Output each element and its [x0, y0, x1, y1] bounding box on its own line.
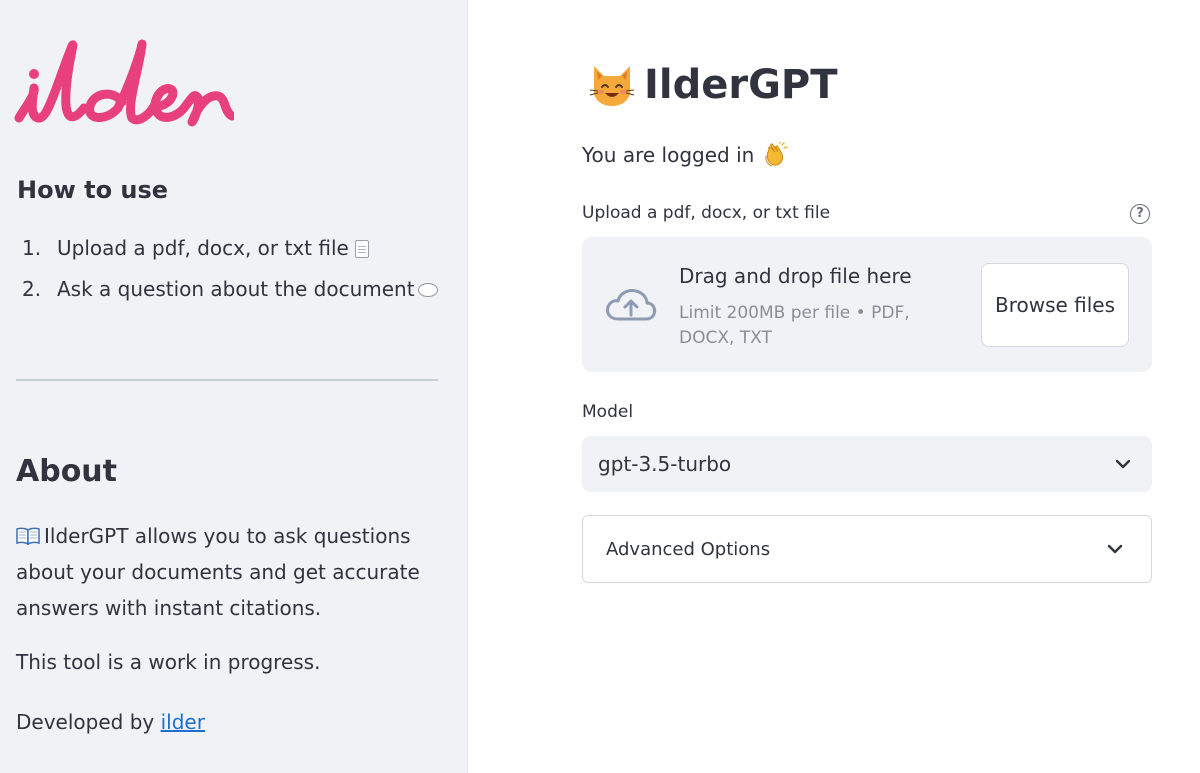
open-book-icon	[16, 527, 40, 545]
document-icon	[354, 240, 369, 258]
about-paragraph: IlderGPT allows you to ask questions abo…	[16, 524, 420, 620]
step-number: 2.	[22, 277, 42, 301]
dropzone-limit: Limit 200MB per file • PDF, DOCX, TXT	[679, 303, 910, 348]
about-text: IlderGPT allows you to ask questions abo…	[16, 518, 436, 626]
about-heading: About	[16, 454, 118, 489]
how-to-use-heading: How to use	[17, 176, 169, 204]
cloud-upload-icon	[606, 289, 657, 321]
model-select-value: gpt-3.5-turbo	[598, 452, 732, 476]
smiling-cat-icon	[589, 66, 635, 106]
model-label: Model	[582, 402, 634, 422]
sidebar: How to use 1. Upload a pdf, docx, or txt…	[0, 0, 468, 773]
file-dropzone[interactable]: Drag and drop file here Limit 200MB per …	[582, 237, 1152, 372]
sidebar-divider	[16, 379, 438, 381]
ilder-logo	[14, 39, 234, 127]
login-status: You are logged in	[582, 142, 789, 168]
step-text: Ask a question about the document	[57, 277, 415, 301]
step-text: Upload a pdf, docx, or txt file	[57, 236, 349, 260]
browse-files-button[interactable]: Browse files	[981, 263, 1129, 347]
developed-by: Developed by ilder	[16, 710, 205, 734]
progress-note: This tool is a work in progress.	[16, 650, 321, 674]
advanced-options-label: Advanced Options	[606, 539, 771, 560]
title-text: IlderGPT	[644, 62, 838, 108]
developer-link[interactable]: ilder	[161, 710, 205, 734]
dropzone-title: Drag and drop file here	[679, 264, 912, 288]
uploader-label: Upload a pdf, docx, or txt file	[582, 203, 831, 223]
developed-by-prefix: Developed by	[16, 710, 161, 734]
step-number: 1.	[22, 236, 42, 260]
chevron-down-icon	[1115, 459, 1131, 469]
list-item: 1. Upload a pdf, docx, or txt file	[22, 236, 438, 277]
list-item: 2. Ask a question about the document	[22, 277, 438, 318]
login-status-text: You are logged in	[582, 143, 755, 167]
clapping-hands-icon	[765, 142, 789, 167]
help-icon[interactable]: ?	[1130, 204, 1150, 224]
page-title: IlderGPT	[588, 62, 838, 108]
chevron-down-icon	[1107, 544, 1123, 554]
advanced-options-expander[interactable]: Advanced Options	[582, 515, 1152, 583]
how-to-steps: 1. Upload a pdf, docx, or txt file 2. As…	[22, 236, 438, 318]
model-select[interactable]: gpt-3.5-turbo	[582, 436, 1152, 492]
speech-bubble-icon	[417, 283, 438, 297]
